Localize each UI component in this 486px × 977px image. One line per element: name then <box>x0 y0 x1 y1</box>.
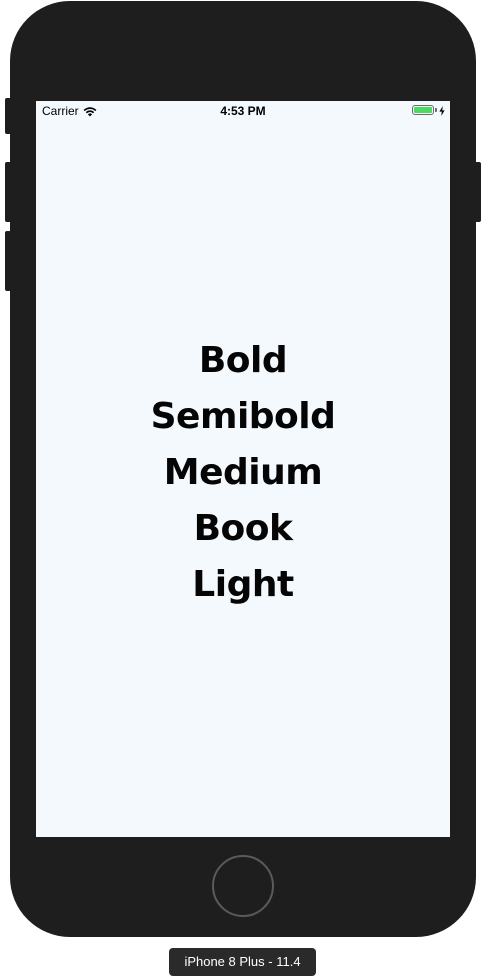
font-weight-list: Bold Semibold Medium Book Light <box>36 333 450 613</box>
status-bar: Carrier 4:53 PM <box>36 101 450 121</box>
battery-level-fill <box>414 107 432 113</box>
home-button[interactable] <box>212 855 274 917</box>
battery-cap <box>435 108 437 112</box>
font-weight-label-bold: Bold <box>198 340 288 381</box>
font-weight-label-medium: Medium <box>163 452 323 493</box>
battery-icon <box>412 105 434 115</box>
charging-bolt-icon <box>439 105 445 116</box>
simulator-device-label: iPhone 8 Plus - 11.4 <box>169 948 316 976</box>
status-time: 4:53 PM <box>220 104 266 118</box>
font-weight-label-semibold: Semibold <box>150 396 336 437</box>
battery-group <box>412 105 445 116</box>
device-screen: Carrier 4:53 PM BoldSemiboldMediumBoo <box>36 101 450 837</box>
font-weight-label-book: Book <box>193 508 293 549</box>
font-weight-label-light: Light <box>192 564 294 605</box>
